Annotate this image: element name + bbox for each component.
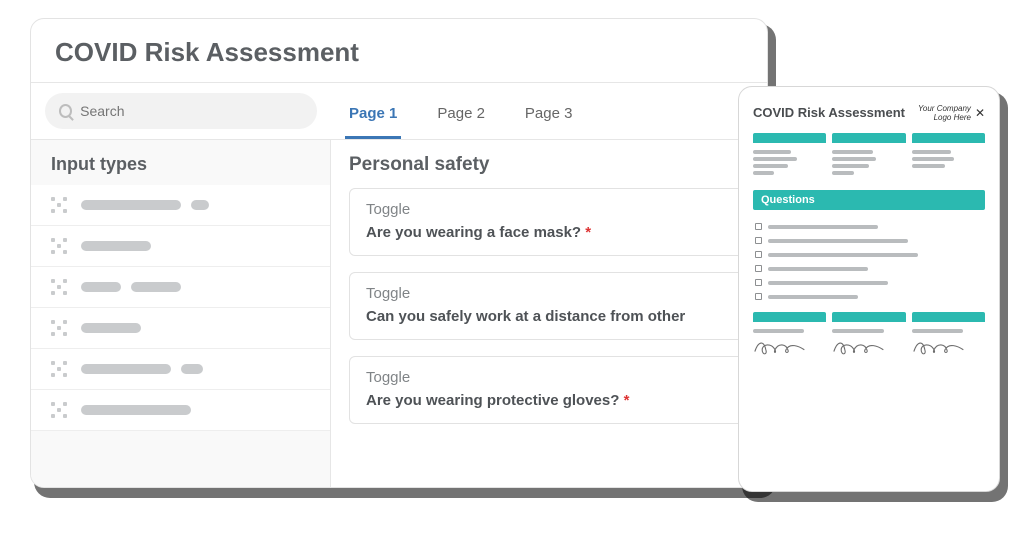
preview-box-header: [753, 133, 826, 143]
preview-info-box: [912, 133, 985, 182]
tools-icon: ✕: [975, 107, 985, 120]
question-list: ToggleAre you wearing a face mask? *Togg…: [349, 188, 749, 424]
preview-logo-placeholder: Your Company Logo Here ✕: [918, 105, 985, 123]
drag-handle-icon: [51, 402, 67, 418]
checkbox-icon: [755, 293, 762, 300]
placeholder-bars: [81, 364, 203, 374]
tab-page-1[interactable]: Page 1: [345, 87, 401, 139]
input-type-item[interactable]: [31, 226, 330, 267]
sidebar: Input types: [31, 140, 331, 488]
tab-page-2[interactable]: Page 2: [433, 87, 489, 139]
drag-handle-icon: [51, 320, 67, 336]
tab-page-3[interactable]: Page 3: [521, 87, 577, 139]
preview-question-row: [755, 264, 983, 274]
drag-handle-icon: [51, 279, 67, 295]
search-wrap: [31, 83, 331, 139]
preview-question-row: [755, 250, 983, 260]
placeholder-bars: [81, 200, 209, 210]
preview-signature-box: [912, 312, 985, 367]
input-type-item[interactable]: [31, 390, 330, 431]
placeholder-bars: [81, 282, 181, 292]
input-type-item[interactable]: [31, 349, 330, 390]
question-type-label: Toggle: [366, 285, 732, 302]
preview-top-grid: [753, 133, 985, 182]
preview-info-box: [753, 133, 826, 182]
input-type-list: [31, 185, 330, 431]
input-type-item[interactable]: [31, 308, 330, 349]
required-indicator: *: [585, 224, 591, 241]
preview-questions-header: Questions: [753, 190, 985, 210]
signature-icon: [832, 336, 905, 358]
question-text: Can you safely work at a distance from o…: [366, 308, 732, 325]
drag-handle-icon: [51, 197, 67, 213]
signature-icon: [912, 336, 985, 358]
preview-box-header: [832, 133, 905, 143]
output-preview-tablet: COVID Risk Assessment Your Company Logo …: [738, 86, 1000, 492]
preview-question-list: [753, 216, 985, 312]
logo-line2: Logo Here: [918, 114, 971, 123]
question-card[interactable]: Toggle Are you wearing a face mask? *: [349, 188, 749, 256]
question-type-label: Toggle: [366, 201, 732, 218]
placeholder-bars: [81, 323, 141, 333]
preview-question-row: [755, 236, 983, 246]
question-text: Are you wearing protective gloves? *: [366, 392, 732, 409]
question-card[interactable]: Toggle Are you wearing protective gloves?…: [349, 356, 749, 424]
drag-handle-icon: [51, 238, 67, 254]
preview-signature-box: [753, 312, 826, 367]
checkbox-icon: [755, 279, 762, 286]
preview-box-header: [912, 133, 985, 143]
input-type-item[interactable]: [31, 185, 330, 226]
placeholder-bars: [81, 241, 151, 251]
page-title: COVID Risk Assessment: [31, 19, 767, 83]
checkbox-icon: [755, 223, 762, 230]
question-type-label: Toggle: [366, 369, 732, 386]
search-input[interactable]: [80, 103, 303, 119]
preview-question-row: [755, 222, 983, 232]
toolbar-row: Page 1 Page 2 Page 3: [31, 83, 767, 140]
search-icon: [59, 104, 72, 118]
question-text: Are you wearing a face mask? *: [366, 224, 732, 241]
checkbox-icon: [755, 251, 762, 258]
form-builder-window: COVID Risk Assessment Page 1 Page 2 Page 3…: [30, 18, 768, 488]
signature-icon: [753, 336, 826, 358]
input-type-item[interactable]: [31, 267, 330, 308]
preview-question-row: [755, 292, 983, 302]
preview-info-box: [832, 133, 905, 182]
checkbox-icon: [755, 237, 762, 244]
required-indicator: *: [624, 392, 630, 409]
preview-signature-box: [832, 312, 905, 367]
page-tabs: Page 1 Page 2 Page 3: [331, 83, 590, 139]
sidebar-title: Input types: [31, 140, 330, 185]
question-card[interactable]: Toggle Can you safely work at a distance …: [349, 272, 749, 340]
section-title: Personal safety: [349, 154, 749, 176]
search-field[interactable]: [45, 93, 317, 129]
preview-question-row: [755, 278, 983, 288]
placeholder-bars: [81, 405, 191, 415]
form-canvas: Personal safety Toggle Are you wearing a …: [331, 140, 767, 488]
preview-signature-row: [753, 312, 985, 367]
checkbox-icon: [755, 265, 762, 272]
preview-title: COVID Risk Assessment: [753, 105, 905, 120]
drag-handle-icon: [51, 361, 67, 377]
